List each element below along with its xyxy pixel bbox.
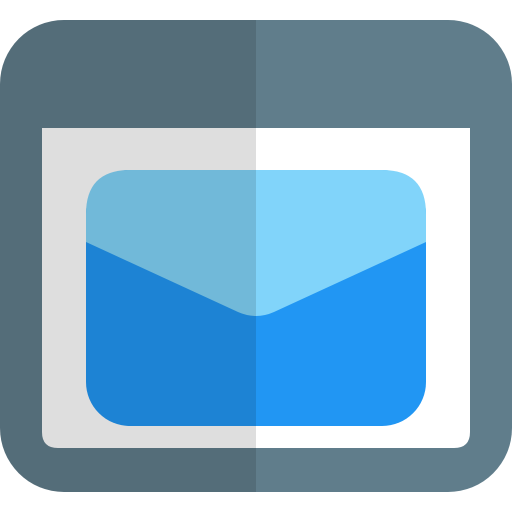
mail-envelope-icon — [86, 170, 426, 426]
icon-canvas — [0, 0, 512, 512]
browser-mail-icon — [0, 20, 512, 492]
